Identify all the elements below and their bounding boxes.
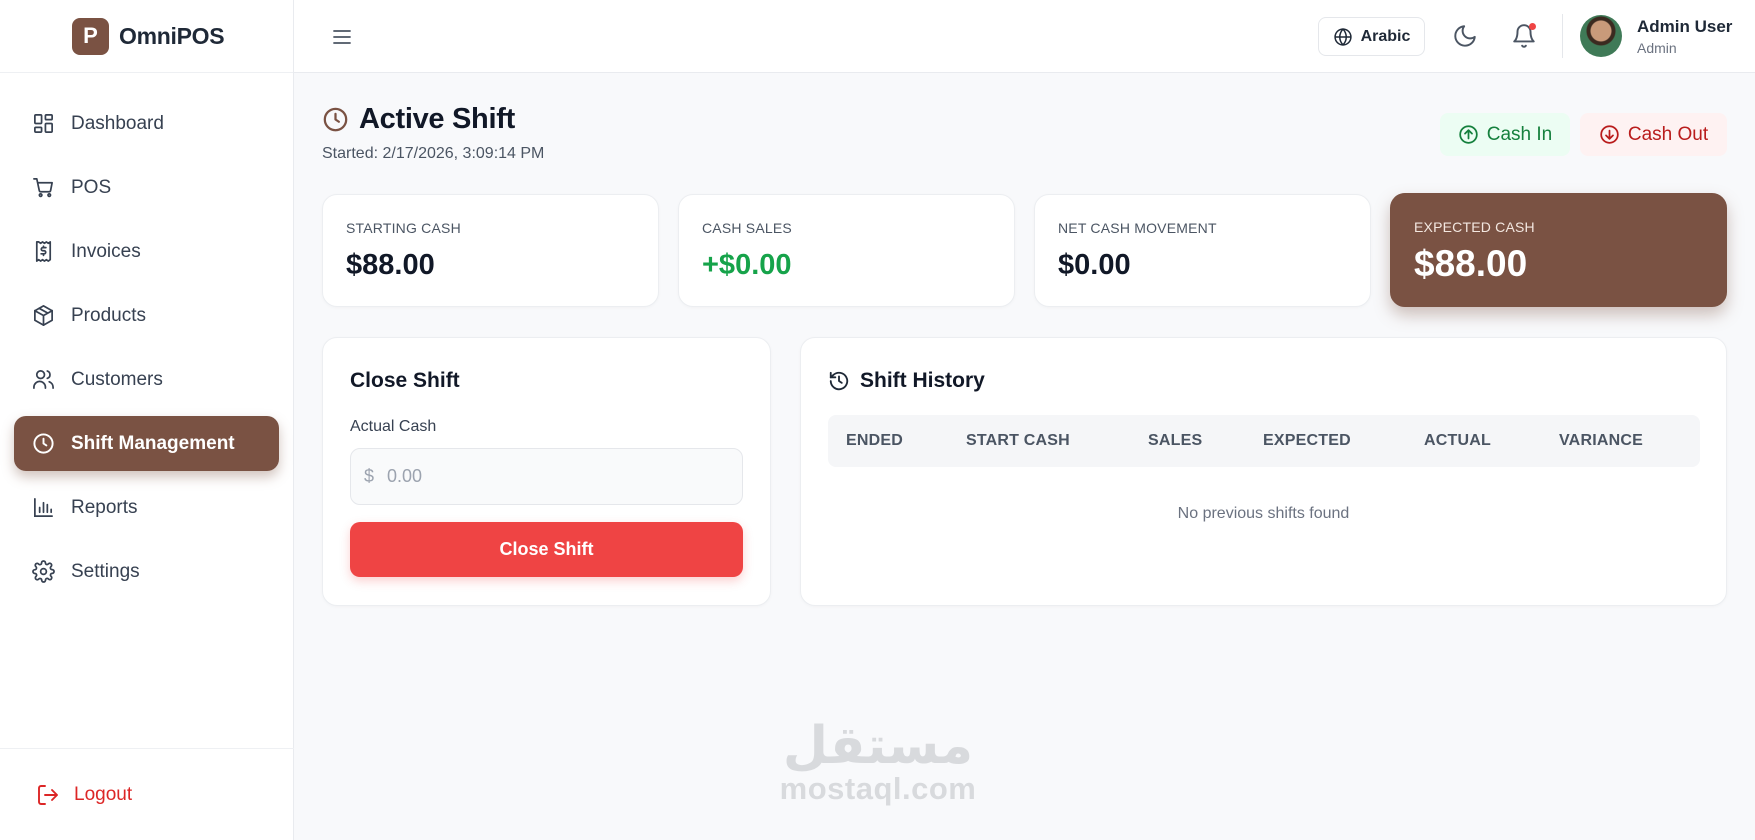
stat-label: EXPECTED CASH <box>1414 219 1535 235</box>
users-icon <box>33 370 54 389</box>
logout-label: Logout <box>74 783 133 805</box>
receipt-icon <box>35 241 52 262</box>
sidebar-item-label: Products <box>71 304 146 326</box>
sidebar-item-label: Dashboard <box>71 112 164 134</box>
table-header: ENDED START CASH SALES EXPECTED ACTUAL V… <box>828 415 1700 467</box>
shift-history-card: Shift History ENDED START CASH SALES EXP… <box>800 337 1727 606</box>
empty-state-text: No previous shifts found <box>1177 505 1350 522</box>
sidebar-item-dashboard[interactable]: Dashboard <box>14 96 279 151</box>
close-shift-button[interactable]: Close Shift <box>350 522 743 577</box>
shift-history-title: Shift History <box>860 369 985 392</box>
stat-value: +$0.00 <box>702 249 792 281</box>
brand-logo: P <box>72 17 109 55</box>
actual-cash-input[interactable] <box>350 448 743 505</box>
sidebar-item-label: Settings <box>71 560 140 582</box>
close-shift-title: Close Shift <box>350 369 460 392</box>
cash-in-button[interactable]: Cash In <box>1440 113 1570 156</box>
sidebar-nav: Dashboard POS Invoices Products Customer… <box>14 96 279 608</box>
page-title: Active Shift <box>359 103 515 135</box>
sidebar-item-label: Invoices <box>71 240 141 262</box>
avatar[interactable] <box>1580 15 1622 57</box>
stat-card-net-cash-movement: NET CASH MOVEMENT $0.00 <box>1034 194 1371 307</box>
page-heading: Active Shift <box>322 103 515 136</box>
header-divider <box>1562 14 1563 58</box>
stat-label: CASH SALES <box>702 220 792 236</box>
logout-button[interactable]: Logout <box>0 748 294 840</box>
cash-out-button[interactable]: Cash Out <box>1580 113 1727 156</box>
sidebar-item-shift-management[interactable]: Shift Management <box>14 416 279 471</box>
sidebar-item-settings[interactable]: Settings <box>14 544 279 599</box>
actual-cash-label: Actual Cash <box>350 418 437 435</box>
sidebar-item-customers[interactable]: Customers <box>14 352 279 407</box>
watermark-latin: mostaql.com <box>779 771 977 806</box>
logout-icon <box>38 784 58 805</box>
column-header-expected[interactable]: EXPECTED <box>1263 432 1351 450</box>
user-role: Admin <box>1637 40 1677 56</box>
watermark-arabic: مستقل <box>782 716 974 776</box>
sidebar-item-label: Reports <box>71 496 138 518</box>
column-header-sales[interactable]: SALES <box>1148 432 1202 450</box>
cash-in-label: Cash In <box>1486 123 1553 145</box>
history-icon <box>829 371 849 391</box>
close-shift-card: Close Shift Actual Cash $ Close Shift <box>322 337 771 606</box>
shift-started-time: Started: 2/17/2026, 3:09:14 PM <box>322 145 545 162</box>
theme-toggle-button[interactable] <box>1452 23 1478 49</box>
sidebar: P OmniPOS Dashboard POS Invoices Product… <box>0 0 294 840</box>
stat-label: STARTING CASH <box>346 220 461 236</box>
stat-card-starting-cash: STARTING CASH $88.00 <box>322 194 659 307</box>
sidebar-item-products[interactable]: Products <box>14 288 279 343</box>
language-toggle-button[interactable]: Arabic <box>1318 17 1425 56</box>
user-name: Admin User <box>1637 17 1733 36</box>
sidebar-item-label: Customers <box>71 368 163 390</box>
currency-symbol: $ <box>364 466 375 486</box>
brand-name: OmniPOS <box>119 22 225 49</box>
stat-label: NET CASH MOVEMENT <box>1058 220 1217 236</box>
stat-card-cash-sales: CASH SALES +$0.00 <box>678 194 1015 307</box>
cash-out-label: Cash Out <box>1627 123 1709 145</box>
arrow-up-circle-icon <box>1459 125 1478 144</box>
layout-dashboard-icon <box>34 114 53 133</box>
bar-chart-icon <box>34 498 53 517</box>
stat-card-expected-cash: EXPECTED CASH $88.00 <box>1390 193 1727 307</box>
clock-icon <box>323 107 348 132</box>
column-header-variance[interactable]: VARIANCE <box>1559 432 1643 450</box>
column-header-actual[interactable]: ACTUAL <box>1424 432 1491 450</box>
globe-icon <box>1333 27 1352 46</box>
language-label: Arabic <box>1360 27 1411 45</box>
sidebar-item-invoices[interactable]: Invoices <box>14 224 279 279</box>
watermark: مستقل mostaql.com <box>768 720 988 806</box>
brand[interactable]: P OmniPOS <box>0 0 293 73</box>
sidebar-item-pos[interactable]: POS <box>14 160 279 215</box>
menu-icon[interactable] <box>330 25 354 49</box>
package-icon <box>34 305 53 326</box>
clock-icon <box>33 433 54 454</box>
sidebar-item-reports[interactable]: Reports <box>14 480 279 535</box>
shopping-cart-icon <box>33 178 53 198</box>
top-bar: Arabic Admin User Admin <box>294 0 1755 73</box>
moon-icon <box>1454 25 1476 47</box>
arrow-down-circle-icon <box>1600 125 1619 144</box>
notification-badge <box>1529 23 1536 30</box>
column-header-ended[interactable]: ENDED <box>846 432 903 450</box>
stat-value: $88.00 <box>1414 243 1528 284</box>
stat-value: $88.00 <box>346 249 435 281</box>
gear-icon <box>32 560 55 583</box>
sidebar-item-label: POS <box>71 176 112 198</box>
shift-history-heading: Shift History <box>828 369 985 393</box>
sidebar-item-label: Shift Management <box>71 432 235 454</box>
column-header-start-cash[interactable]: START CASH <box>966 432 1070 450</box>
stat-value: $0.00 <box>1058 249 1131 281</box>
notifications-button[interactable] <box>1511 23 1537 49</box>
